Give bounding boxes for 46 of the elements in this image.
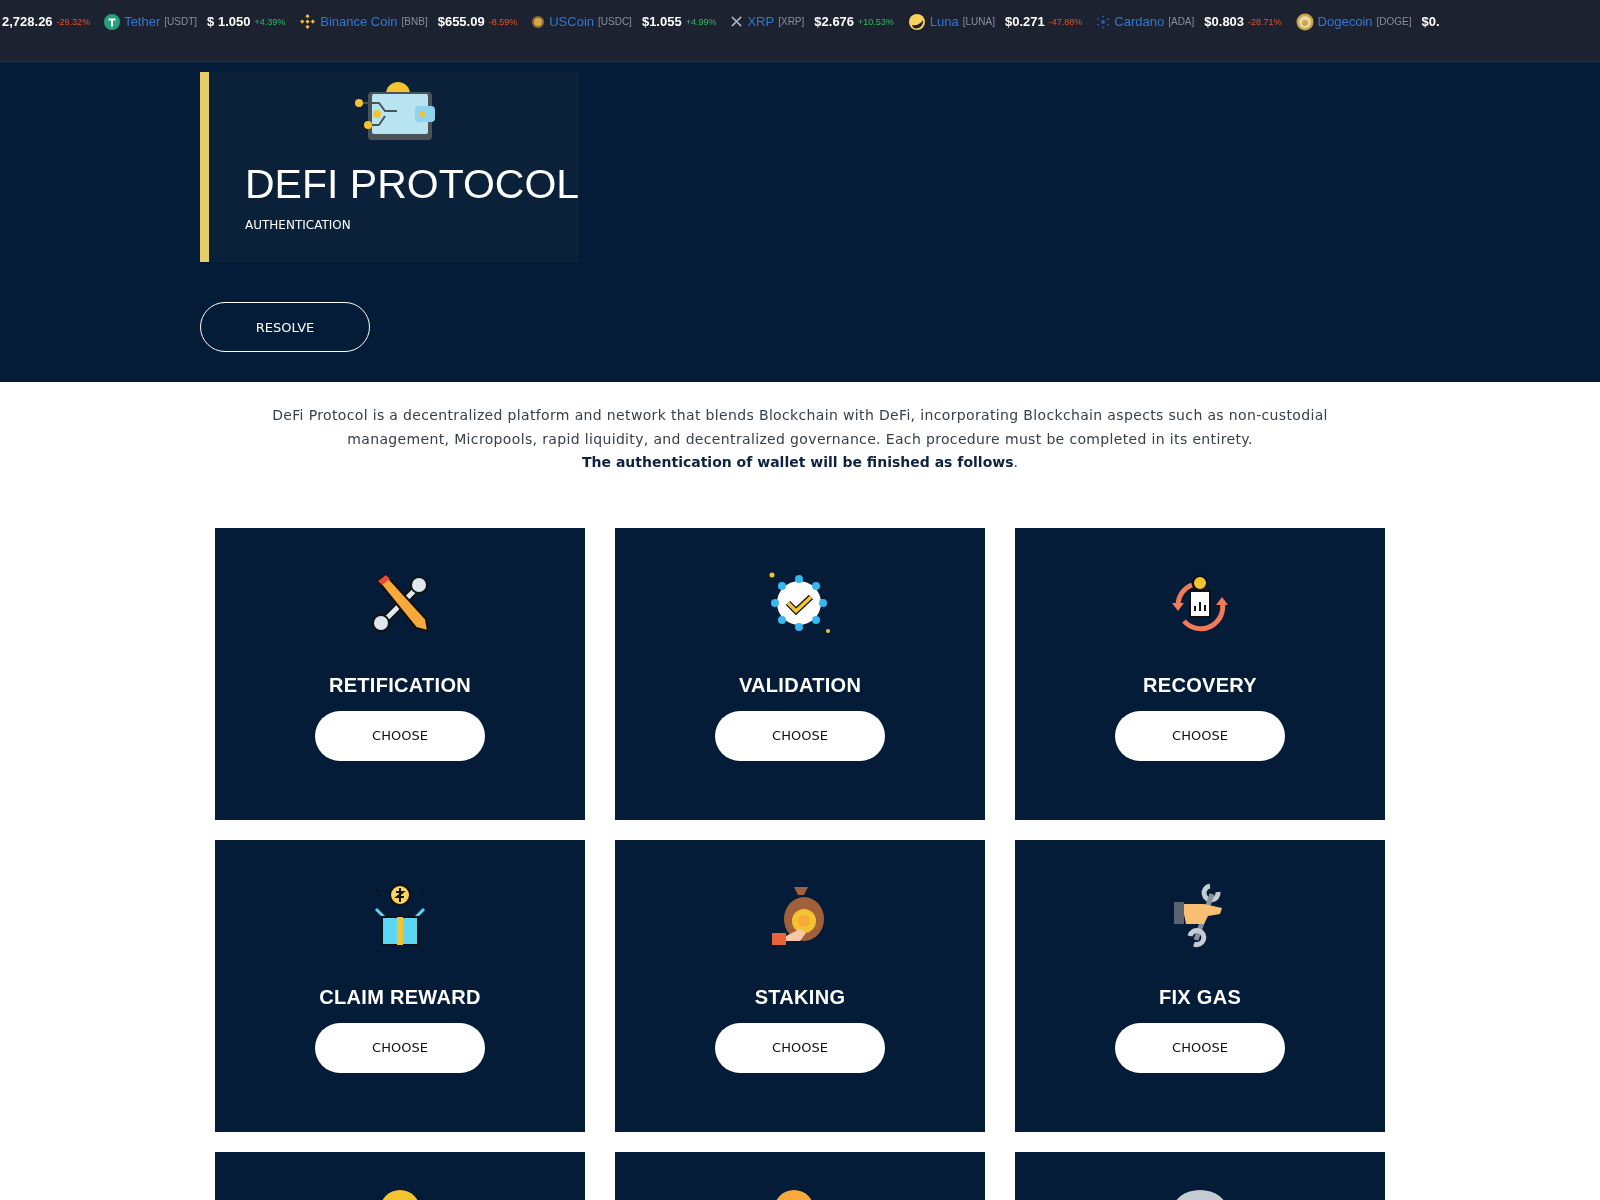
coin-symbol: [USDT] [164,16,198,27]
coin-symbol: [ADA] [1168,16,1195,27]
coin-name-link[interactable]: Luna [929,14,959,29]
card-title: RECOVERY [1143,673,1257,697]
choose-button[interactable]: CHOOSE [715,1022,885,1073]
intro-paragraph: DeFi Protocol is a decentralized platform and network that blends Blockchain with DeFi, incorporating Blockchain aspects such as non-custodial management, Micropools, rapid liquidity, and decentralized governance. Each procedure must be completed in its entirety. [271,406,1329,449]
coin-price: $0.803 [1204,14,1245,29]
coin-price: $0. [1421,14,1440,29]
coin-price: $655.09 [437,14,485,29]
coin-name-link[interactable]: XRP [747,14,775,29]
coin-symbol: [DOGE] [1376,16,1412,27]
coin-symbol: [LUNA] [962,16,995,27]
card-title: VALIDATION [738,673,862,697]
coin-price: $ 1.050 [207,14,251,29]
page-title: DEFI PROTOCOL [245,162,579,206]
choose-button[interactable]: CHOOSE [1115,1022,1285,1073]
choose-button[interactable]: CHOOSE [315,1022,485,1073]
coin-name-link[interactable]: Dogecoin [1317,14,1373,29]
price-change: -47.88% [1048,16,1083,27]
page-subtitle: AUTHENTICATION [245,218,352,232]
coin-price: $1.055 [641,14,682,29]
card-title: STAKING [754,985,846,1009]
intro-note: The authentication of wallet will be finished as follows. [581,453,1019,472]
choose-button[interactable]: CHOOSE [1115,710,1285,761]
price-change: +4.39% [254,16,286,27]
coin-symbol: [USDC] [598,16,632,27]
coin-price: 2,728.26 [2,14,53,29]
coin-name-link[interactable]: Binance Coin [320,14,398,29]
coin-name-link[interactable]: Tether [124,14,161,29]
card-title: CLAIM REWARD [319,985,481,1009]
price-change: -29.32% [56,16,91,27]
price-change: -8.59% [488,16,518,27]
coin-symbol: [XRP] [778,16,805,27]
card-title: RETIFICATION [328,673,472,697]
price-change: -28.71% [1248,16,1282,27]
card-title: FIX GAS [1158,985,1242,1009]
coin-name-link[interactable]: USCoin [549,14,594,29]
coin-symbol: [BNB] [401,16,428,27]
choose-button[interactable]: CHOOSE [315,710,485,761]
coin-name-link[interactable]: Cardano [1114,14,1165,29]
resolve-button[interactable]: RESOLVE [200,302,370,352]
price-change: +10.53% [858,16,894,27]
coin-price: $0.271 [1005,14,1045,29]
price-change: +4.99% [685,16,717,27]
coin-price: $2.676 [814,14,855,29]
choose-button[interactable]: CHOOSE [715,710,885,761]
